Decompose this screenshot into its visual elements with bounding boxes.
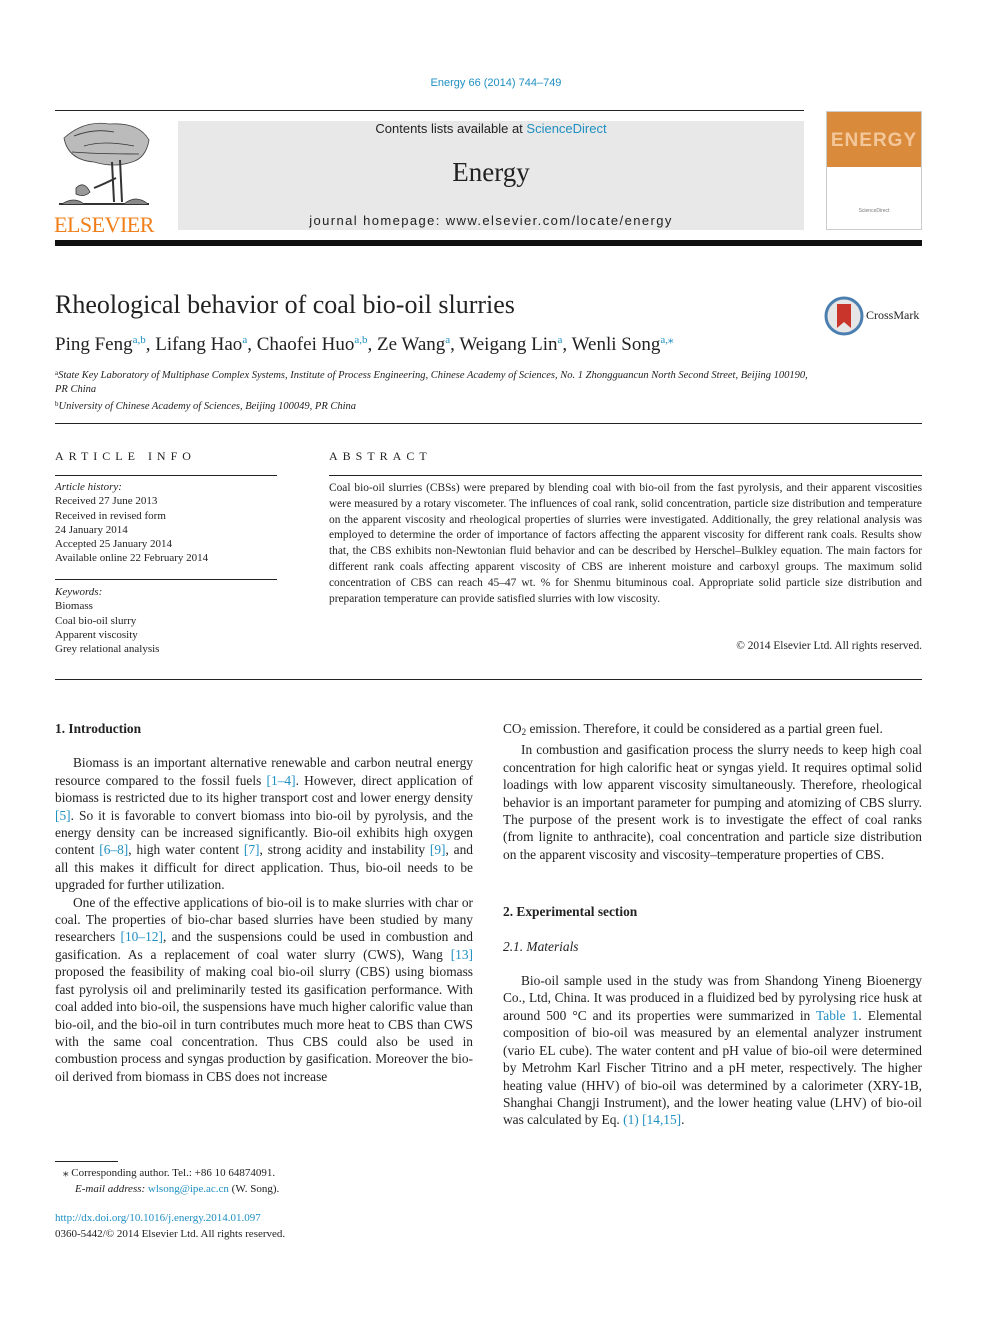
email-link[interactable]: wlsong@ipe.ac.cn xyxy=(148,1183,229,1195)
section-heading-introduction: 1. Introduction xyxy=(55,721,142,736)
article-title: Rheological behavior of coal bio-oil slu… xyxy=(55,290,515,319)
author-affiliation-mark[interactable]: a,⁎ xyxy=(660,334,673,346)
contents-line: Contents lists available at ScienceDirec… xyxy=(178,121,804,136)
crossmark-label: CrossMark xyxy=(866,308,920,322)
author-affiliation-mark[interactable]: a,b xyxy=(354,334,367,346)
abstract-text: Coal bio-oil slurries (CBSs) were prepar… xyxy=(329,482,922,605)
keywords: Keywords: Biomass Coal bio-oil slurry Ap… xyxy=(55,585,159,656)
reference-link[interactable]: [14,15] xyxy=(642,1112,681,1127)
history-item: 24 January 2014 xyxy=(55,523,128,536)
text: . xyxy=(681,1112,685,1128)
reference-link[interactable]: [6–8] xyxy=(99,842,128,857)
article-history: Article history: Received 27 June 2013 R… xyxy=(55,480,208,566)
text: CO xyxy=(503,721,522,736)
reference-link[interactable]: [7] xyxy=(244,842,260,857)
paragraph: Biomass is an important alternative rene… xyxy=(55,754,473,893)
reference-link[interactable]: [13] xyxy=(451,947,473,962)
reference-link[interactable]: [10–12] xyxy=(121,929,163,944)
abstract-heading: ABSTRACT xyxy=(329,449,432,463)
divider xyxy=(55,475,277,476)
divider xyxy=(329,475,922,476)
history-label: Article history: xyxy=(55,481,122,493)
divider xyxy=(55,423,922,424)
author-name[interactable]: Chaofei Huo xyxy=(257,334,355,355)
journal-cover-thumbnail[interactable]: ENERGY ScienceDirect xyxy=(826,111,922,230)
section-heading-experimental: 2. Experimental section xyxy=(503,904,638,920)
author-name[interactable]: Weigang Lin xyxy=(459,334,557,355)
paragraph: In combustion and gasification process t… xyxy=(503,742,922,862)
history-item: Received 27 June 2013 xyxy=(55,495,158,508)
body-right-column: CO2 emission. Therefore, it could be con… xyxy=(503,720,922,1129)
affiliation-text: State Key Laboratory of Multiphase Compl… xyxy=(55,370,808,395)
text: . Elemental composition of bio-oil was m… xyxy=(503,1007,922,1128)
author-name[interactable]: Wenli Song xyxy=(572,334,661,355)
author-name[interactable]: Lifang Hao xyxy=(155,334,242,355)
text: proposed the feasibility of making coal … xyxy=(55,964,473,1084)
footnotes: ⁎ Corresponding author. Tel.: +86 10 648… xyxy=(55,1165,279,1197)
cover-footer: ScienceDirect xyxy=(858,208,890,214)
elsevier-logo[interactable]: ELSEVIER xyxy=(54,118,154,237)
history-item: Accepted 25 January 2014 xyxy=(55,538,172,551)
reference-link[interactable]: [9] xyxy=(430,842,446,857)
keywords-label: Keywords: xyxy=(55,586,103,598)
footnote-divider xyxy=(55,1161,118,1162)
text: , strong acidity and instability xyxy=(259,842,430,858)
text: emission. Therefore, it could be conside… xyxy=(526,721,883,736)
journal-header-band: Contents lists available at ScienceDirec… xyxy=(178,121,804,230)
doi-link[interactable]: http://dx.doi.org/10.1016/j.energy.2014.… xyxy=(55,1210,285,1226)
corresponding-author-note: ⁎ Corresponding author. Tel.: +86 10 648… xyxy=(63,1167,276,1179)
author-affiliation-mark[interactable]: a,b xyxy=(133,334,146,346)
author-affiliation-mark[interactable]: a xyxy=(242,334,247,346)
reference-link[interactable]: [1–4] xyxy=(267,773,296,788)
author-list: Ping Fenga,b, Lifang Haoa, Chaofei Huoa,… xyxy=(55,334,674,355)
divider xyxy=(55,679,922,680)
history-item: Received in revised form xyxy=(55,509,166,522)
reference-link[interactable]: [5] xyxy=(55,808,71,823)
affiliation-text: University of Chinese Academy of Science… xyxy=(58,401,357,412)
crossmark-badge[interactable]: CrossMark xyxy=(824,296,924,336)
affiliations: aState Key Laboratory of Multiphase Comp… xyxy=(55,366,815,414)
keyword-item: Coal bio-oil slurry xyxy=(55,614,137,627)
elsevier-tree-icon xyxy=(59,122,150,205)
equation-link[interactable]: (1) xyxy=(623,1112,639,1127)
divider xyxy=(55,579,277,580)
text: , high water content xyxy=(128,842,244,858)
author-affiliation-mark[interactable]: a xyxy=(558,334,563,346)
cover-title: ENERGY xyxy=(830,130,918,151)
history-item: Available online 22 February 2014 xyxy=(55,552,209,565)
abstract-copyright: © 2014 Elsevier Ltd. All rights reserved… xyxy=(736,640,922,652)
cover-banner: ENERGY xyxy=(827,112,921,167)
subsection-heading-materials: 2.1. Materials xyxy=(503,938,579,954)
header-top-rule xyxy=(55,110,804,111)
header-thick-rule xyxy=(55,240,922,246)
email-note: E-mail address: wlsong@ipe.ac.cn (W. Son… xyxy=(55,1181,279,1197)
contents-prefix: Contents lists available at xyxy=(375,121,527,136)
body-left-column: 1. Introduction Biomass is an important … xyxy=(55,720,473,1085)
article-info-heading: ARTICLE INFO xyxy=(55,449,196,463)
affiliation-item: bUniversity of Chinese Academy of Scienc… xyxy=(55,397,815,414)
paragraph: Bio-oil sample used in the study was fro… xyxy=(503,972,922,1129)
crossmark-icon xyxy=(824,296,864,336)
affiliation-item: aState Key Laboratory of Multiphase Comp… xyxy=(55,366,815,397)
author-name[interactable]: Ze Wang xyxy=(377,334,445,355)
journal-homepage-link[interactable]: journal homepage: www.elsevier.com/locat… xyxy=(178,213,804,228)
paragraph: CO2 emission. Therefore, it could be con… xyxy=(503,720,922,741)
elsevier-wordmark: ELSEVIER xyxy=(54,212,154,237)
author-name[interactable]: Ping Feng xyxy=(55,334,133,355)
paragraph: One of the effective applications of bio… xyxy=(55,894,473,1085)
issn-copyright: 0360-5442/© 2014 Elsevier Ltd. All right… xyxy=(55,1228,286,1240)
author-affiliation-mark[interactable]: a xyxy=(445,334,450,346)
journal-citation-link[interactable]: Energy 66 (2014) 744–749 xyxy=(0,77,992,89)
keyword-item: Biomass xyxy=(55,600,93,613)
table-link[interactable]: Table 1 xyxy=(816,1008,858,1023)
keyword-item: Apparent viscosity xyxy=(55,628,138,641)
email-suffix: (W. Song). xyxy=(228,1183,280,1195)
email-label: E-mail address: xyxy=(75,1183,148,1195)
journal-name: Energy xyxy=(452,157,530,187)
footer-doi: http://dx.doi.org/10.1016/j.energy.2014.… xyxy=(55,1210,285,1242)
keyword-item: Grey relational analysis xyxy=(55,643,160,656)
sciencedirect-link[interactable]: ScienceDirect xyxy=(526,121,606,136)
